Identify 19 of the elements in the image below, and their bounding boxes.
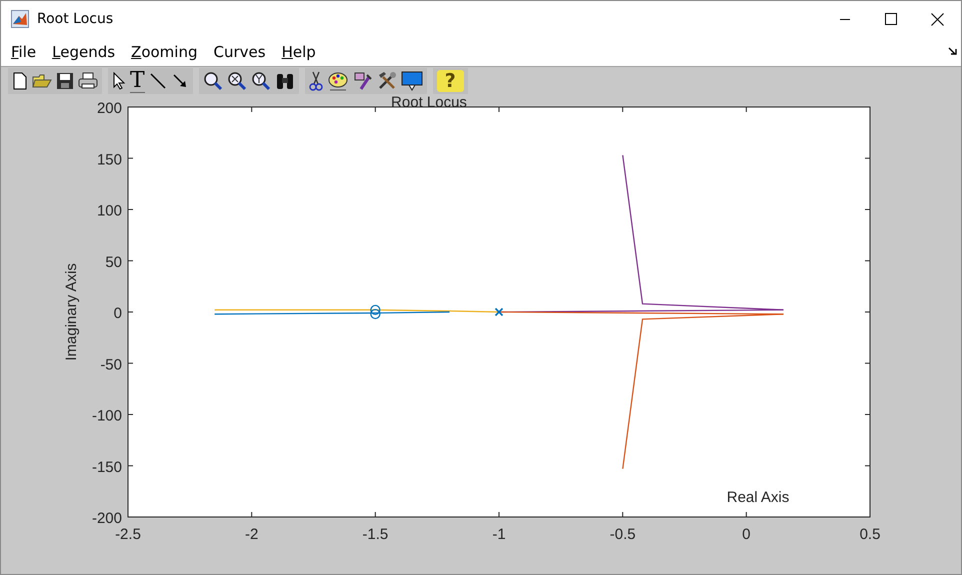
y-tick-label: -200 <box>92 510 122 527</box>
x-tick-label: -1 <box>492 526 506 543</box>
x-tick-label: -0.5 <box>610 526 636 543</box>
y-tick-label: 150 <box>96 151 122 168</box>
y-tick-label: -100 <box>92 408 122 424</box>
x-axis-label: Real Axis <box>726 489 790 506</box>
x-tick-label: -2 <box>245 526 258 543</box>
y-tick-label: -50 <box>100 356 122 374</box>
y-axis-label: Imaginary Axis <box>63 263 80 361</box>
x-tick-label: -1.5 <box>362 526 388 543</box>
x-tick-label: 0 <box>742 526 750 543</box>
window-title: Root Locus <box>37 11 114 28</box>
y-tick-label: 100 <box>96 202 122 220</box>
x-tick-label: -2.5 <box>115 526 141 543</box>
y-tick-label: 200 <box>96 100 122 117</box>
x-tick-label: 0.5 <box>860 526 880 543</box>
y-tick-label: -150 <box>92 458 122 476</box>
y-tick-label: 0 <box>114 305 122 322</box>
y-tick-label: 50 <box>105 254 122 271</box>
